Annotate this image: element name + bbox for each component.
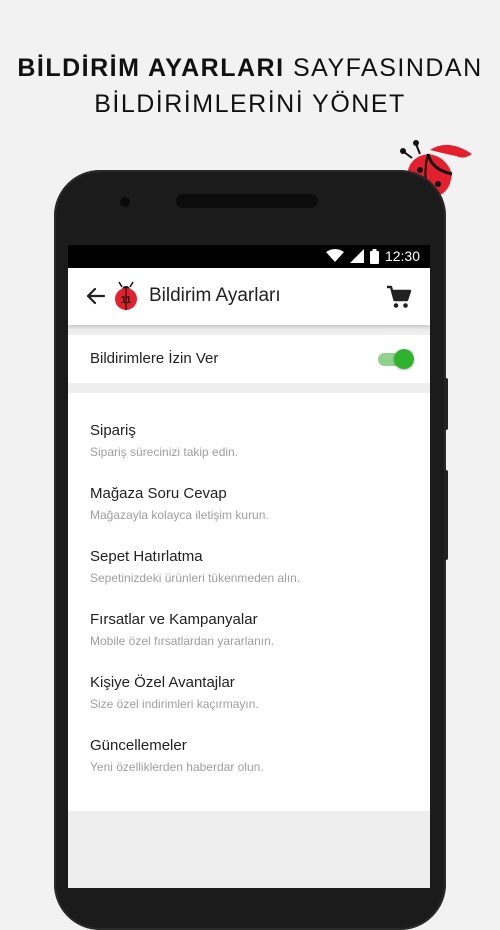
list-item-sepet-hatirlatma[interactable]: Sepet Hatırlatma Sepetinizdeki ürünleri … — [68, 541, 430, 604]
item-subtitle: Sepetinizdeki ürünleri tükenmeden alın. — [90, 571, 301, 585]
cart-icon[interactable] — [386, 284, 412, 310]
headline-line2: BİLDİRİMLERİNİ YÖNET — [94, 90, 406, 118]
phone-volume-button — [444, 378, 448, 430]
list-item-kisiye-ozel[interactable]: Kişiye Özel Avantajlar Size özel indirim… — [68, 667, 430, 730]
notification-category-list: Sipariş Sipariş sürecinizi takip edin. M… — [68, 393, 430, 811]
phone-camera — [120, 197, 130, 207]
item-subtitle: Size özel indirimleri kaçırmayın. — [90, 697, 259, 711]
wifi-icon — [325, 249, 344, 262]
item-subtitle: Mobile özel fırsatlardan yararlanın. — [90, 634, 275, 648]
item-subtitle: Yeni özelliklerden haberdar olun. — [90, 760, 264, 774]
list-item-firsatlar[interactable]: Fırsatlar ve Kampanyalar Mobile özel fır… — [68, 604, 430, 667]
allow-notifications-row[interactable]: Bildirimlere İzin Ver — [68, 335, 430, 383]
app-bar: 11 Bildirim Ayarları — [68, 268, 430, 325]
allow-notifications-switch[interactable] — [376, 349, 414, 369]
item-title: Güncellemeler — [90, 737, 187, 754]
phone-power-button — [444, 470, 448, 560]
list-item-magaza-soru-cevap[interactable]: Mağaza Soru Cevap Mağazayla kolayca ilet… — [68, 478, 430, 541]
page-title: Bildirim Ayarları — [149, 285, 281, 306]
battery-icon — [369, 248, 379, 264]
status-bar: 12:30 — [68, 245, 430, 268]
signal-icon — [349, 249, 364, 263]
item-title: Sipariş — [90, 422, 136, 439]
item-subtitle: Mağazayla kolayca iletişim kurun. — [90, 508, 269, 522]
item-title: Fırsatlar ve Kampanyalar — [90, 611, 258, 628]
phone-speaker — [176, 194, 318, 208]
svg-text:11: 11 — [121, 295, 132, 306]
allow-notifications-label: Bildirimlere İzin Ver — [90, 350, 219, 367]
item-title: Mağaza Soru Cevap — [90, 485, 227, 502]
headline-rest: SAYFASINDAN — [284, 54, 483, 82]
item-title: Sepet Hatırlatma — [90, 548, 203, 565]
list-item-guncellemeler[interactable]: Güncellemeler Yeni özelliklerden haberda… — [68, 730, 430, 793]
switch-thumb — [394, 349, 414, 369]
item-title: Kişiye Özel Avantajlar — [90, 674, 235, 691]
phone-screen: 12:30 11 Bildirim Ayarları Bildirimlere … — [68, 245, 430, 888]
item-subtitle: Sipariş sürecinizi takip edin. — [90, 445, 239, 459]
back-arrow-icon[interactable] — [84, 285, 106, 307]
list-item-siparis[interactable]: Sipariş Sipariş sürecinizi takip edin. — [68, 415, 430, 478]
status-time: 12:30 — [384, 248, 420, 264]
ladybug-logo-icon: 11 — [115, 281, 137, 310]
promo-headline: BİLDİRİM AYARLARI SAYFASINDAN BİLDİRİMLE… — [0, 50, 500, 122]
headline-bold: BİLDİRİM AYARLARI — [17, 54, 285, 82]
